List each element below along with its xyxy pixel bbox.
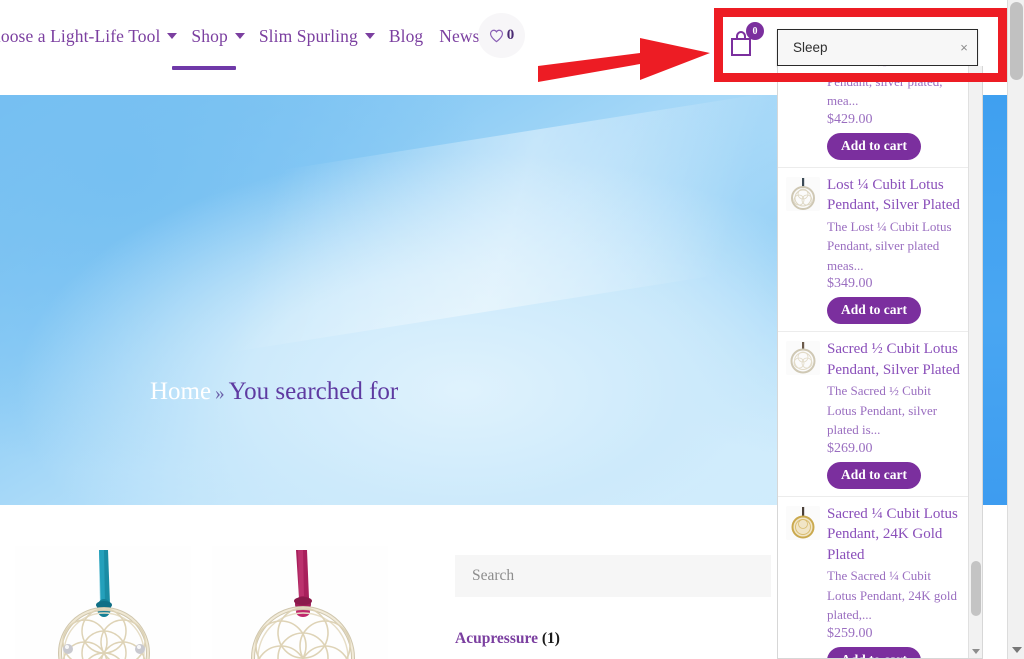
- product-description: The Sacred ½ Cubit Lotus Pendant, silver…: [827, 383, 938, 437]
- cart-count-badge: 0: [746, 22, 764, 40]
- chevron-down-icon: [234, 33, 245, 39]
- add-to-cart-button[interactable]: Add to cart: [827, 297, 921, 324]
- nav-label: Blog: [388, 25, 424, 46]
- category-count: (1): [541, 630, 560, 647]
- breadcrumb-current: You searched for: [228, 378, 399, 405]
- autocomplete-scrollbar-thumb[interactable]: [971, 561, 981, 616]
- product-price: $259.00: [827, 625, 873, 641]
- cart-button[interactable]: 0: [729, 22, 769, 62]
- sidebar-search-input[interactable]: Search: [455, 555, 771, 597]
- clear-search-icon[interactable]: ×: [951, 40, 977, 55]
- search-input[interactable]: Sleep: [778, 40, 951, 55]
- autocomplete-results-list: Lost ½ Cubit Lotus Pendant, Silver Plate…: [778, 66, 968, 658]
- autocomplete-result-item[interactable]: Lost ¼ Cubit Lotus Pendant, Silver Plate…: [778, 168, 968, 332]
- hero-right-blue-column: [983, 95, 1007, 505]
- teal-ribbon-lotus-pendant-image: [15, 546, 191, 659]
- autocomplete-result-item[interactable]: Sacred ¼ Cubit Lotus Pendant, 24K Gold P…: [778, 497, 968, 658]
- silver-lotus-pendant-thumb: [786, 341, 820, 375]
- breadcrumb-separator: »: [215, 383, 225, 404]
- browser-scrollbar[interactable]: [1007, 0, 1024, 659]
- silver-lotus-pendant-thumb: [786, 176, 820, 211]
- add-to-cart-button[interactable]: Add to cart: [827, 461, 921, 489]
- page-viewport: Home» You searched for Search Acupressur…: [0, 0, 1007, 659]
- nav-item-choose-a-light-life-tool[interactable]: hoose a Light-Life Tool: [0, 25, 178, 47]
- autocomplete-result-body: Lost ½ Cubit Lotus Pendant, Silver Plate…: [827, 66, 960, 163]
- sidebar-category-acupressure[interactable]: Acupressure (1): [455, 630, 771, 648]
- add-to-cart-button[interactable]: Add to cart: [827, 132, 921, 160]
- product-price: $349.00: [827, 276, 873, 291]
- search-autocomplete-dropdown: Lost ½ Cubit Lotus Pendant, Silver Plate…: [777, 66, 983, 659]
- nav-label: hoose a Light-Life Tool: [0, 25, 161, 46]
- browser-page: Home» You searched for Search Acupressur…: [0, 0, 1024, 659]
- autocomplete-scrollbar[interactable]: [968, 66, 982, 658]
- product-card[interactable]: [15, 546, 191, 659]
- product-title-link[interactable]: Sacred ¼ Cubit Lotus Pendant, 24K Gold P…: [827, 504, 960, 566]
- heart-icon: [489, 29, 503, 42]
- product-card[interactable]: [212, 546, 388, 659]
- product-description: The Lost ½ Cubit Lotus Pendant, silver p…: [827, 66, 952, 108]
- chevron-down-icon[interactable]: [1012, 647, 1022, 653]
- nav-item-shop[interactable]: Shop: [191, 25, 245, 47]
- product-price: $269.00: [827, 440, 873, 456]
- breadcrumb: Home» You searched for: [150, 378, 398, 406]
- browser-scrollbar-thumb[interactable]: [1010, 2, 1023, 80]
- nav-item-blog[interactable]: Blog: [389, 26, 423, 47]
- autocomplete-result-body: Lost ¼ Cubit Lotus Pendant, Silver Plate…: [827, 175, 960, 328]
- product-title-link[interactable]: Sacred ½ Cubit Lotus Pendant, Silver Pla…: [827, 339, 960, 380]
- wishlist-count: 0: [506, 27, 515, 43]
- nav-item-slim-spurling[interactable]: Slim Spurling: [259, 26, 375, 47]
- product-description: The Lost ¼ Cubit Lotus Pendant, silver p…: [827, 218, 952, 273]
- product-description: The Sacred ¼ Cubit Lotus Pendant, 24K go…: [827, 568, 957, 622]
- add-to-cart-button[interactable]: Add to cart: [827, 646, 921, 658]
- chevron-down-icon: [167, 33, 178, 39]
- autocomplete-result-body: Sacred ½ Cubit Lotus Pendant, Silver Pla…: [827, 339, 960, 492]
- nav-label: Slim Spurling: [258, 25, 358, 46]
- gold-lotus-pendant-thumb: [786, 505, 820, 540]
- autocomplete-result-item[interactable]: Lost ½ Cubit Lotus Pendant, Silver Plate…: [778, 66, 968, 168]
- chevron-down-icon: [364, 33, 375, 39]
- magenta-ribbon-lotus-pendant-image: [212, 546, 388, 659]
- nav-label: Shop: [191, 25, 228, 46]
- breadcrumb-home-link[interactable]: Home: [150, 378, 211, 405]
- active-nav-indicator: [172, 66, 236, 70]
- product-title-link[interactable]: Lost ¼ Cubit Lotus Pendant, Silver Plate…: [827, 175, 960, 216]
- sidebar: Search Acupressure (1): [455, 555, 771, 648]
- search-input-wrapper[interactable]: Sleep ×: [777, 29, 978, 66]
- category-label: Acupressure: [455, 630, 538, 647]
- product-price: $429.00: [827, 111, 873, 127]
- autocomplete-result-item[interactable]: Sacred ½ Cubit Lotus Pendant, Silver Pla…: [778, 332, 968, 497]
- wishlist-button[interactable]: 0: [478, 13, 525, 58]
- autocomplete-result-body: Sacred ¼ Cubit Lotus Pendant, 24K Gold P…: [827, 504, 960, 658]
- main-navigation: hoose a Light-Life Tool Shop Slim Spurli…: [0, 20, 532, 52]
- chevron-down-icon[interactable]: [972, 649, 980, 654]
